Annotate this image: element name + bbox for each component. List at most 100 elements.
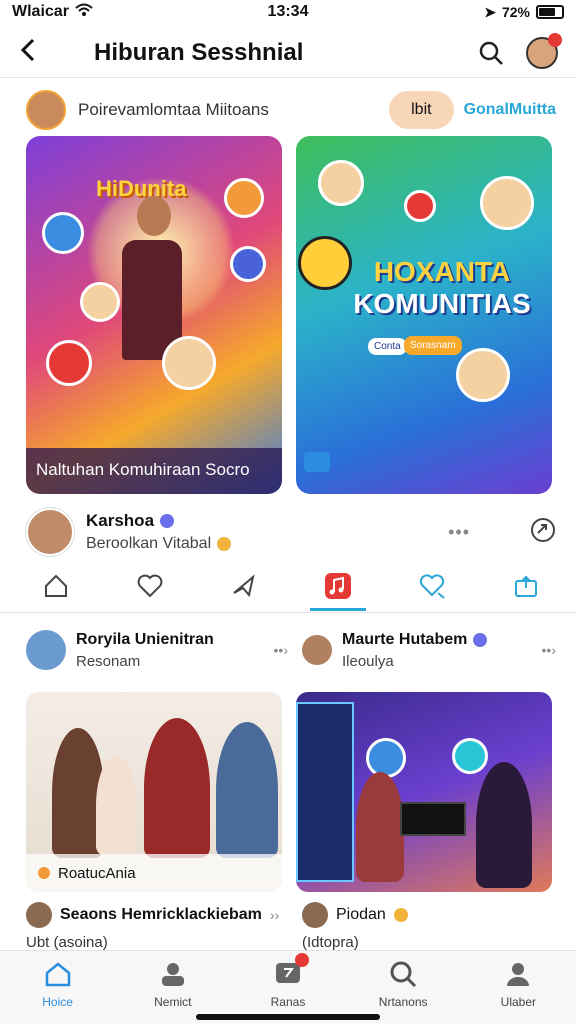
location-pin-icon [404,190,436,222]
avatar-bubble [452,738,488,774]
nav-home[interactable]: Hoice [8,959,108,1024]
person-figure [476,762,532,888]
avatar-bubble [318,160,364,206]
footer-subtitle: (Idtopra) [302,934,359,950]
chevron-right-icon: ›› [269,907,280,923]
featured-card-right[interactable]: HOXANTA KOMUNITIAS Conta Sorasnam [296,136,552,494]
card-badge: Conta [368,338,407,355]
carrier-label: Wlaicar [12,3,69,20]
badge-icon [217,537,232,551]
battery-icon [536,5,564,19]
person-figure [356,772,404,882]
person-figure [96,756,136,856]
nav-label: Nrtanons [378,995,428,1009]
card-caption: Naltuhan Komuhiraan Socro [26,448,282,494]
divider [0,612,576,613]
media-room-photo[interactable] [296,692,552,892]
post-header: Poirevamlomtaa Miitoans lbit GonalMuitta [26,88,556,132]
nav-label: Ulaber [500,995,537,1009]
more-options-icon[interactable]: ••• [448,522,470,543]
card-title: HOXANTA KOMUNITIAS [342,256,542,320]
author-avatar[interactable] [26,508,74,556]
status-bar: Wlaicar 13:34 ➤ 72% [0,0,576,24]
photo-footer-left: Seaons Hemricklackiebam ›› Ubt (asoina) [26,902,288,950]
page-avatar[interactable] [26,90,66,130]
battery-percent: 72% [501,4,530,20]
person-figure [144,718,210,858]
screen-wall [296,702,354,882]
nav-label: Hoice [42,995,73,1009]
heart-icon [137,574,163,598]
upload-button[interactable] [506,571,546,601]
clock: 13:34 [267,3,309,20]
profile-icon [507,963,530,986]
avatar-bubble [230,246,266,282]
featured-card-left[interactable]: HiDunita Naltuhan Komuhiraan Socro [26,136,282,494]
share-icon [233,574,255,598]
person-figure [216,722,278,858]
verified-icon [473,632,488,647]
verified-icon [160,514,175,528]
tv-screen [400,802,466,836]
caption-dot-icon [38,867,50,879]
author-name[interactable]: Roryila Unienitran [76,631,214,649]
author-name[interactable]: Karshoa [86,511,154,531]
home-outline-button[interactable] [36,571,76,601]
page-name[interactable]: Poirevamlomtaa Miitoans [78,100,389,120]
pill-button[interactable]: lbit [389,91,454,129]
music-button[interactable] [310,571,366,611]
nav-label: Ranas [270,995,306,1009]
home-indicator [196,1014,380,1020]
back-button[interactable] [18,37,58,69]
more-options-icon[interactable]: ••› [542,642,556,658]
bottom-navigation: Hoice Nemict Ranas Nrtanons Ulaber [0,950,576,1024]
profile-avatar[interactable] [526,32,562,69]
footer-name[interactable]: Piodan [336,906,386,924]
author-avatar[interactable] [302,902,328,928]
search-icon [390,961,417,988]
footer-name[interactable]: Seaons Hemricklackiebam [60,906,262,924]
author-subtitle: Resonam [76,652,141,670]
share-post-button[interactable] [224,571,264,601]
author-name[interactable]: Maurte Hutabem [342,631,467,649]
share-button[interactable] [530,517,556,548]
nav-label: Nemict [154,995,192,1009]
author-avatar[interactable] [26,902,52,928]
cloud-user-icon [161,963,184,986]
author-avatar[interactable] [302,635,332,665]
search-icon [479,41,503,65]
author-avatar[interactable] [26,630,66,670]
comment-heart-icon [419,574,445,599]
app-header: Hiburan Sesshnial [0,28,576,78]
footer-subtitle: Ubt (asoina) [26,934,108,950]
author-subtitle: Ileoulya [342,652,394,670]
chat-bubble-icon [42,212,84,254]
notification-dot [548,32,562,47]
page-title: Hiburan Sesshnial [94,38,304,66]
post-author-right: Maurte Hutabem Ileoulya ••› [302,626,556,674]
play-icon [304,452,330,472]
chevron-left-icon [20,38,35,61]
music-note-icon [325,573,351,599]
photo-caption: RoatucAnia [26,854,282,892]
avatar-bubble [162,336,216,390]
card-badge: Sorasnam [404,336,462,355]
home-outline-icon [45,574,67,597]
post-action-row [26,566,556,611]
community-link[interactable]: GonalMuitta [464,101,556,119]
comment-button[interactable] [412,571,452,601]
search-button[interactable] [474,36,508,70]
avatar-bubble [456,348,510,402]
like-button[interactable] [130,571,170,601]
nav-profile[interactable]: Ulaber [468,959,568,1024]
more-options-icon[interactable]: ••› [274,642,288,658]
share-arrow-icon [531,517,555,542]
wifi-icon [75,3,93,22]
home-icon [45,962,70,987]
avatar-bubble [80,282,120,322]
feed[interactable]: Poirevamlomtaa Miitoans lbit GonalMuitta… [0,84,576,950]
post-author-left: Roryila Unienitran Resonam ••› [26,626,288,674]
photo-caption-text: RoatucAnia [58,864,136,882]
avatar-bubble [366,738,406,778]
family-photo[interactable]: RoatucAnia [26,692,282,892]
